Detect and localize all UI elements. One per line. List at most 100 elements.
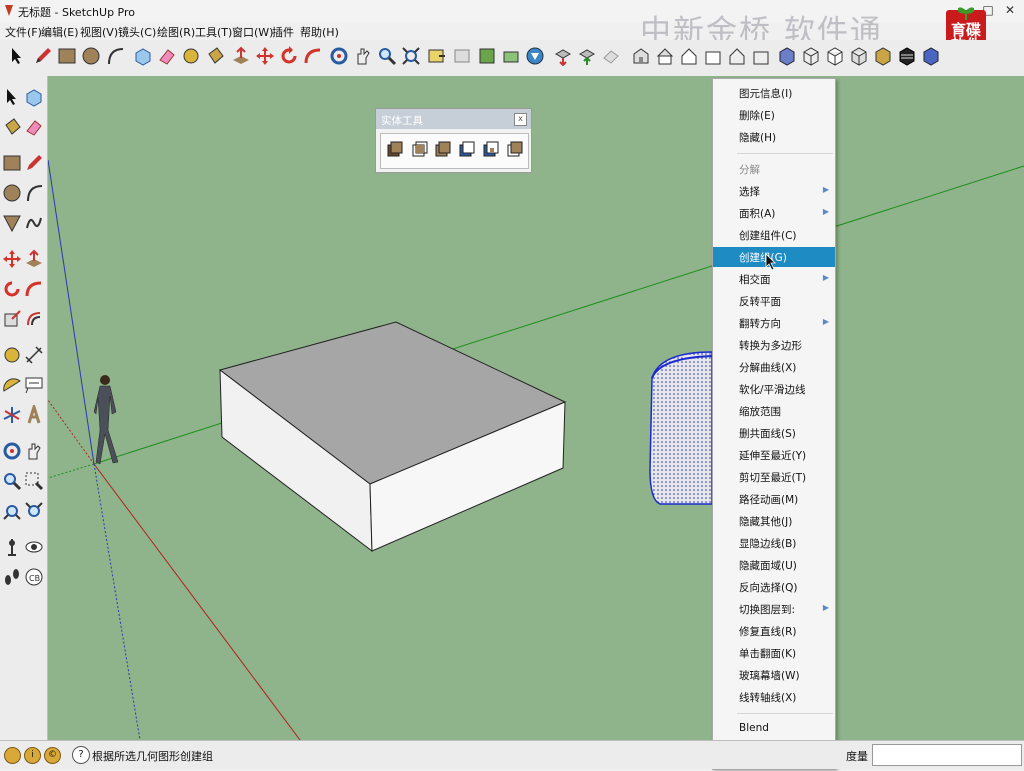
menu-plugins[interactable]: 插件 bbox=[272, 24, 294, 40]
share-component-icon[interactable] bbox=[576, 45, 598, 67]
menu-camera[interactable]: 镜头(C) bbox=[118, 24, 156, 40]
xray-style-icon[interactable] bbox=[776, 45, 798, 67]
tape-measure-icon[interactable] bbox=[1, 344, 23, 366]
position-camera-icon[interactable] bbox=[1, 536, 23, 558]
rotate-tool-icon[interactable] bbox=[278, 45, 300, 67]
shaded-with-textures-icon[interactable] bbox=[872, 45, 894, 67]
context-menu-item[interactable]: 线转轴线(X) bbox=[713, 687, 835, 707]
context-menu-item[interactable]: 相交面 ▶ bbox=[713, 269, 835, 289]
context-menu-item[interactable]: 转换为多边形 bbox=[713, 335, 835, 355]
zoom-window-icon[interactable] bbox=[23, 470, 45, 492]
scale-icon[interactable] bbox=[1, 308, 23, 330]
eraser-icon[interactable] bbox=[23, 116, 45, 138]
context-menu-item[interactable]: 剪切至最近(T) bbox=[713, 467, 835, 487]
previous-icon[interactable] bbox=[23, 500, 45, 522]
dimension-icon[interactable] bbox=[23, 344, 45, 366]
look-around-icon[interactable] bbox=[23, 536, 45, 558]
section-plane-icon[interactable]: CB bbox=[23, 566, 45, 588]
menu-window[interactable]: 窗口(W) bbox=[232, 24, 273, 40]
context-menu-item[interactable]: 创建组(G) bbox=[713, 247, 835, 271]
context-menu-item[interactable]: 面积(A) ▶ bbox=[713, 203, 835, 223]
pencil-tool-icon[interactable] bbox=[32, 45, 54, 67]
solid-tools-header[interactable]: 实体工具 x bbox=[376, 109, 531, 129]
context-menu-item[interactable]: 隐藏(H) bbox=[713, 127, 835, 147]
rectangle-icon[interactable] bbox=[1, 152, 23, 174]
follow-me-icon[interactable] bbox=[23, 278, 45, 300]
context-menu-item[interactable]: 软化/平滑边线 bbox=[713, 379, 835, 399]
move-icon[interactable] bbox=[1, 248, 23, 270]
share-model-icon[interactable] bbox=[552, 45, 574, 67]
circle-tool-icon[interactable] bbox=[80, 45, 102, 67]
select-arrow-icon[interactable] bbox=[1, 86, 23, 108]
paint-bucket-icon[interactable] bbox=[204, 45, 226, 67]
context-menu-item[interactable]: 玻璃幕墙(W) bbox=[713, 665, 835, 685]
context-menu-item[interactable]: 删共面线(S) bbox=[713, 423, 835, 443]
outer-shell-icon[interactable] bbox=[385, 140, 405, 160]
orbit-tool-icon[interactable] bbox=[328, 45, 350, 67]
copyright-icon[interactable]: © bbox=[44, 747, 61, 764]
geo-location-icon[interactable] bbox=[4, 747, 21, 764]
next-view-icon[interactable] bbox=[450, 45, 472, 67]
polygon-icon[interactable] bbox=[1, 212, 23, 234]
union-icon[interactable] bbox=[433, 140, 453, 160]
walk-icon[interactable] bbox=[1, 566, 23, 588]
freehand-icon[interactable] bbox=[23, 212, 45, 234]
menu-file[interactable]: 文件(F) bbox=[5, 24, 42, 40]
xray-blue-style-icon[interactable] bbox=[920, 45, 942, 67]
arc-tool-icon[interactable] bbox=[104, 45, 126, 67]
context-menu-item[interactable]: 分解曲线(X) bbox=[713, 357, 835, 377]
rectangle-tool-icon[interactable] bbox=[56, 45, 78, 67]
context-menu-item[interactable]: 翻转方向 ▶ bbox=[713, 313, 835, 333]
menu-edit[interactable]: 编辑(E) bbox=[41, 24, 79, 40]
measurements-input[interactable] bbox=[872, 744, 1022, 766]
context-menu-item[interactable]: 反转平面 bbox=[713, 291, 835, 311]
pan-icon[interactable] bbox=[23, 440, 45, 462]
left-view-icon[interactable] bbox=[750, 45, 772, 67]
zoom-icon[interactable] bbox=[1, 470, 23, 492]
push-pull-icon[interactable] bbox=[23, 248, 45, 270]
move-tool-icon[interactable] bbox=[254, 45, 276, 67]
context-menu-item[interactable]: 显隐边线(B) bbox=[713, 533, 835, 553]
top-view-icon[interactable] bbox=[654, 45, 676, 67]
get-models-icon[interactable] bbox=[524, 45, 546, 67]
split-icon[interactable] bbox=[505, 140, 525, 160]
rotate-icon[interactable] bbox=[1, 278, 23, 300]
context-menu-item[interactable]: 删除(E) bbox=[713, 105, 835, 125]
hidden-line-style-icon[interactable] bbox=[824, 45, 846, 67]
monochrome-style-icon[interactable] bbox=[896, 45, 918, 67]
previous-view-icon[interactable] bbox=[426, 45, 448, 67]
context-menu-item[interactable]: 切换图层到: ▶ bbox=[713, 599, 835, 619]
shaded-style-icon[interactable] bbox=[848, 45, 870, 67]
context-menu-item[interactable]: 隐藏其他(J) bbox=[713, 511, 835, 531]
context-menu-item[interactable]: 延伸至最近(Y) bbox=[713, 445, 835, 465]
arc-icon[interactable] bbox=[23, 182, 45, 204]
context-menu-item[interactable]: 修复直线(R) bbox=[713, 621, 835, 641]
select-tool-icon[interactable] bbox=[6, 45, 28, 67]
trim-icon[interactable] bbox=[481, 140, 501, 160]
right-view-icon[interactable] bbox=[702, 45, 724, 67]
wireframe-style-icon[interactable] bbox=[800, 45, 822, 67]
context-menu-item[interactable]: 隐藏面域(U) bbox=[713, 555, 835, 575]
context-menu-item[interactable]: 反向选择(Q) bbox=[713, 577, 835, 597]
line-icon[interactable] bbox=[23, 152, 45, 174]
make-component-icon[interactable] bbox=[23, 86, 45, 108]
toggle-terrain-icon[interactable] bbox=[500, 45, 522, 67]
context-menu-item[interactable]: 单击翻面(K) bbox=[713, 643, 835, 663]
make-component-icon[interactable] bbox=[132, 45, 154, 67]
menu-help[interactable]: 帮助(H) bbox=[300, 24, 339, 40]
close-button[interactable]: ✕ bbox=[1002, 2, 1018, 18]
eraser-tool-icon[interactable] bbox=[156, 45, 178, 67]
context-menu-item[interactable]: 缩放范围 bbox=[713, 401, 835, 421]
push-pull-icon[interactable] bbox=[230, 45, 252, 67]
paint-bucket-icon[interactable] bbox=[1, 116, 23, 138]
orbit-icon[interactable] bbox=[1, 440, 23, 462]
help-icon[interactable]: ? bbox=[72, 746, 90, 764]
add-location-icon[interactable] bbox=[476, 45, 498, 67]
back-view-icon[interactable] bbox=[726, 45, 748, 67]
3d-text-icon[interactable] bbox=[23, 404, 45, 426]
intersect-icon[interactable] bbox=[410, 140, 430, 160]
get-photo-texture-icon[interactable] bbox=[600, 45, 622, 67]
zoom-tool-icon[interactable] bbox=[376, 45, 398, 67]
axes-icon[interactable] bbox=[1, 404, 23, 426]
context-menu-item[interactable]: Blend bbox=[713, 719, 835, 739]
